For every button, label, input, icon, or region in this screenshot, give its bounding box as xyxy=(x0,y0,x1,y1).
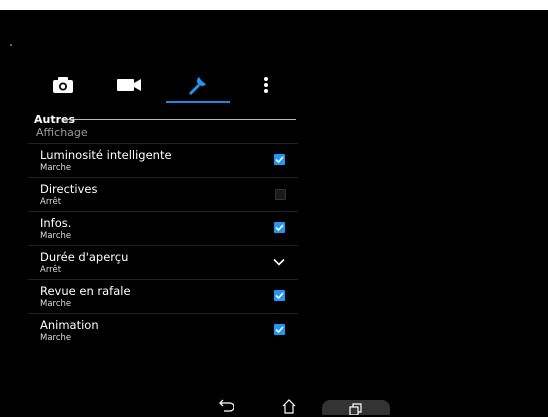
setting-title: Infos. xyxy=(40,216,72,230)
wrench-icon xyxy=(189,77,206,95)
recents-button[interactable] xyxy=(322,400,390,415)
navigation-bar xyxy=(0,398,548,417)
camera-settings-panel: Autres Affichage Luminosité intelligente… xyxy=(28,66,298,341)
edge-marker xyxy=(10,44,12,46)
setting-status: Arrêt xyxy=(40,265,62,275)
checkmark-icon xyxy=(275,292,284,300)
settings-list: Luminosité intelligente Marche Directive… xyxy=(28,143,298,341)
chevron-down-icon[interactable] xyxy=(273,258,285,266)
section-header: Autres xyxy=(34,108,296,126)
tab-settings[interactable] xyxy=(168,66,228,104)
setting-title: Animation xyxy=(40,318,99,332)
checkmark-icon xyxy=(275,326,284,334)
setting-guidelines[interactable]: Directives Arrêt xyxy=(28,177,298,211)
more-vert-icon xyxy=(264,77,268,93)
checkmark-icon xyxy=(275,224,284,232)
setting-info[interactable]: Infos. Marche xyxy=(28,211,298,245)
guidelines-checkbox[interactable] xyxy=(275,189,286,200)
setting-animation[interactable]: Animation Marche xyxy=(28,313,298,341)
selected-tab-indicator xyxy=(166,101,230,103)
back-icon[interactable] xyxy=(216,398,234,414)
category-label: Affichage xyxy=(36,126,88,139)
camera-icon xyxy=(53,77,73,93)
smart-brightness-checkbox[interactable] xyxy=(274,154,285,165)
setting-status: Marche xyxy=(40,163,72,173)
setting-status: Marche xyxy=(40,231,72,241)
checkmark-icon xyxy=(275,156,284,164)
setting-status: Arrêt xyxy=(40,197,62,207)
setting-preview-duration[interactable]: Durée d'aperçu Arrêt xyxy=(28,245,298,279)
video-camera-icon xyxy=(117,79,141,91)
setting-status: Marche xyxy=(40,299,72,309)
setting-title: Directives xyxy=(40,182,98,196)
status-bar-strip xyxy=(0,0,548,10)
setting-smart-brightness[interactable]: Luminosité intelligente Marche xyxy=(28,143,298,177)
tab-camera[interactable] xyxy=(33,66,93,104)
section-divider xyxy=(64,119,296,120)
info-checkbox[interactable] xyxy=(274,222,285,233)
tab-more[interactable] xyxy=(236,66,296,104)
home-icon[interactable] xyxy=(281,398,297,414)
burst-review-checkbox[interactable] xyxy=(274,290,285,301)
recents-icon xyxy=(349,403,362,415)
setting-burst-review[interactable]: Revue en rafale Marche xyxy=(28,279,298,313)
setting-title: Revue en rafale xyxy=(40,284,131,298)
setting-title: Luminosité intelligente xyxy=(40,148,172,162)
setting-status: Marche xyxy=(40,333,72,341)
setting-title: Durée d'aperçu xyxy=(40,250,129,264)
animation-checkbox[interactable] xyxy=(274,324,285,335)
tab-video[interactable] xyxy=(99,66,159,104)
settings-tabs xyxy=(28,66,298,104)
